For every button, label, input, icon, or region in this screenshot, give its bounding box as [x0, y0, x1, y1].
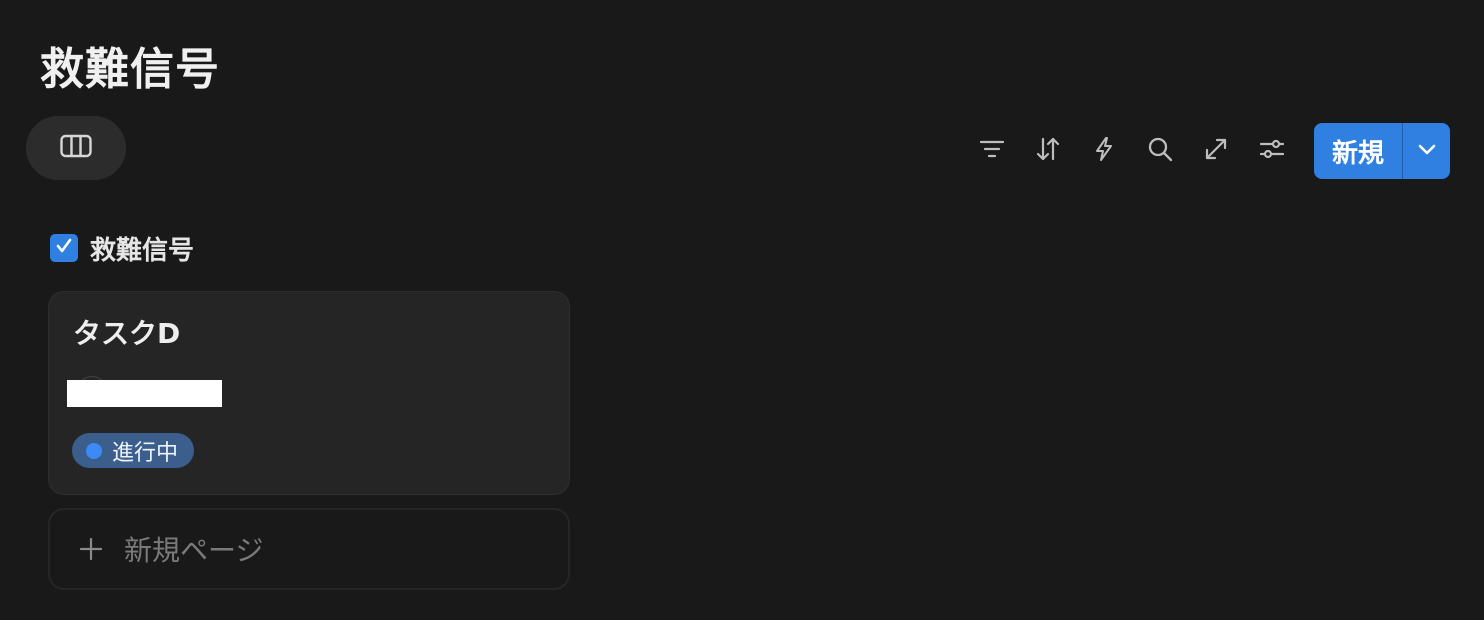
expand-icon [1202, 135, 1230, 167]
toolbar: 新規 [964, 123, 1450, 179]
database-page: 救難信号 新規 救難信号 タスクD 進行中 新規ページ [0, 0, 1484, 620]
sliders-icon [1258, 135, 1286, 167]
card-assignee [67, 376, 222, 407]
sort-button[interactable] [1020, 123, 1076, 179]
board-view-icon [60, 134, 92, 162]
chevron-down-icon [1415, 137, 1439, 165]
automation-button[interactable] [1076, 123, 1132, 179]
new-page-button[interactable]: 新規ページ [48, 508, 570, 590]
search-button[interactable] [1132, 123, 1188, 179]
board-view-button[interactable] [26, 116, 126, 180]
group-label: 救難信号 [90, 235, 195, 266]
page-title: 救難信号 [40, 44, 220, 95]
new-button-group: 新規 [1314, 123, 1450, 179]
sort-icon [1034, 135, 1062, 167]
expand-button[interactable] [1188, 123, 1244, 179]
board-card[interactable]: タスクD 進行中 [48, 291, 570, 495]
settings-button[interactable] [1244, 123, 1300, 179]
group-checkbox[interactable] [50, 234, 78, 262]
new-page-label: 新規ページ [124, 534, 264, 567]
status-dot-icon [86, 442, 102, 459]
search-icon [1146, 135, 1174, 167]
filter-button[interactable] [964, 123, 1020, 179]
status-badge: 進行中 [72, 433, 195, 468]
plus-icon [78, 536, 104, 562]
lightning-icon [1090, 135, 1118, 167]
status-label: 進行中 [112, 440, 179, 466]
assignee-redacted [67, 380, 222, 407]
card-title: タスクD [73, 317, 181, 350]
board-group-header: 救難信号 [50, 228, 194, 268]
checkmark-icon [54, 236, 74, 260]
filter-icon [978, 135, 1006, 167]
new-button[interactable]: 新規 [1314, 123, 1402, 179]
new-options-button[interactable] [1403, 123, 1450, 179]
